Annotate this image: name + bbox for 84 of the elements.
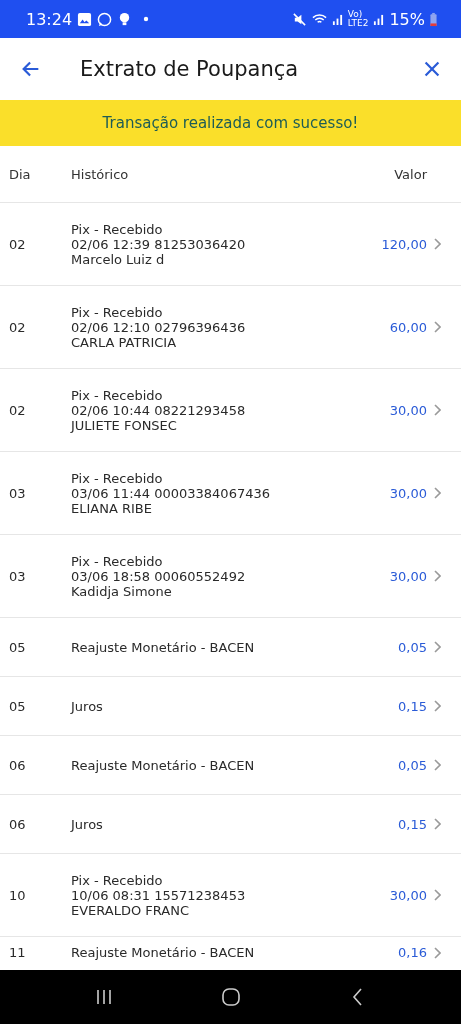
history-line: Pix - Recebido bbox=[71, 387, 164, 403]
battery-percent: 15% bbox=[389, 9, 425, 29]
value-cell: 0,05 bbox=[398, 757, 427, 773]
day-cell-text: 06 bbox=[8, 757, 27, 773]
day-cell-text: 05 bbox=[8, 698, 27, 714]
value-cell: 0,16 bbox=[398, 945, 427, 960]
value-cell: 0,15 bbox=[398, 816, 427, 832]
transaction-row[interactable]: 05 Juros 0,15 bbox=[0, 677, 461, 736]
value-cell: 30,00 bbox=[389, 402, 427, 418]
day-cell-text: 10 bbox=[8, 887, 27, 903]
value-cell: 120,00 bbox=[381, 236, 427, 252]
home-icon[interactable] bbox=[220, 987, 241, 1007]
history-line: Pix - Recebido bbox=[71, 872, 164, 888]
history-line: 02/06 12:39 81253036420 bbox=[71, 236, 247, 252]
value-cell: 30,00 bbox=[389, 887, 427, 903]
history-line: Reajuste Monetário - BACEN bbox=[71, 945, 256, 960]
value-cell: 0,15 bbox=[398, 698, 427, 714]
column-header: Dia bbox=[8, 166, 32, 182]
transaction-row[interactable]: 02 Pix - Recebido 02/06 10:44 08221293458 JULIETE FONSEC 30,00 bbox=[0, 369, 461, 452]
history-line: JULIETE FONSEC bbox=[71, 417, 178, 433]
value-cell: 0,05 bbox=[398, 639, 427, 655]
history-line: EVERALDO FRANC bbox=[71, 902, 190, 918]
day-cell-text: 06 bbox=[8, 816, 27, 832]
transaction-row[interactable]: 06 Reajuste Monetário - BACEN 0,05 bbox=[0, 736, 461, 795]
chevron-icon bbox=[433, 889, 441, 901]
history-line: 03/06 18:58 00060552492 bbox=[71, 568, 247, 584]
value-cell: 30,00 bbox=[389, 568, 427, 584]
transaction-row[interactable]: 02 Pix - Recebido 02/06 12:39 81253036420 Marcelo Luiz d 120,00 bbox=[0, 203, 461, 286]
chevron-icon bbox=[433, 946, 441, 959]
signal-icon bbox=[373, 12, 385, 26]
status-time: 13:24 bbox=[26, 9, 73, 29]
history-line: Marcelo Luiz d bbox=[71, 251, 166, 267]
chevron-icon bbox=[433, 641, 441, 653]
history-line: ELIANA RIBE bbox=[71, 500, 153, 516]
day-cell-text: 02 bbox=[8, 236, 27, 252]
history-line: 02/06 12:10 02796396436 bbox=[71, 319, 247, 335]
history-line: Pix - Recebido bbox=[71, 304, 164, 320]
transaction-row[interactable]: 03 Pix - Recebido 03/06 11:44 00003384067436 ELIANA RIBE 30,00 bbox=[0, 452, 461, 535]
signal-icon bbox=[331, 12, 343, 26]
history-line: 03/06 11:44 00003384067436 bbox=[71, 485, 271, 501]
history-line: CARLA PATRICIA bbox=[71, 334, 178, 350]
day-cell-text: 03 bbox=[8, 485, 27, 501]
chevron-icon bbox=[433, 700, 441, 712]
day-cell-text: 05 bbox=[8, 639, 27, 655]
history-line: Juros bbox=[71, 698, 104, 714]
history-line: Reajuste Monetário - BACEN bbox=[71, 757, 256, 773]
transaction-row[interactable]: 06 Juros 0,15 bbox=[0, 795, 461, 854]
chevron-icon bbox=[433, 818, 441, 830]
transaction-row[interactable]: 03 Pix - Recebido 03/06 18:58 00060552492 Kadidja Simone 30,00 bbox=[0, 535, 461, 618]
history-line: Pix - Recebido bbox=[71, 470, 164, 486]
day-cell-text: 02 bbox=[8, 402, 27, 418]
value-cell: 30,00 bbox=[389, 485, 427, 501]
transaction-row[interactable]: 11 Reajuste Monetário - BACEN 0,16 bbox=[0, 937, 461, 960]
day-cell-text: 03 bbox=[8, 568, 27, 584]
chevron-icon bbox=[433, 759, 441, 771]
chat-icon bbox=[97, 11, 113, 27]
volte-label: Vo) bbox=[347, 10, 363, 19]
chevron-icon bbox=[433, 321, 441, 333]
history-line: 10/06 08:31 15571238453 bbox=[71, 887, 247, 903]
day-cell-text: 11 bbox=[8, 945, 27, 960]
lte-label: LTE2 bbox=[347, 19, 369, 28]
chevron-icon bbox=[433, 570, 441, 582]
image-icon bbox=[77, 11, 93, 27]
transaction-row[interactable]: 10 Pix - Recebido 10/06 08:31 15571238453 EVERALDO FRANC 30,00 bbox=[0, 854, 461, 937]
dot-icon bbox=[143, 16, 150, 22]
history-line: Kadidja Simone bbox=[71, 583, 173, 599]
chevron-icon bbox=[433, 487, 441, 499]
history-line: Reajuste Monetário - BACEN bbox=[71, 639, 256, 655]
banner-text: Transação realizada com sucesso! bbox=[102, 114, 359, 132]
mute-icon bbox=[291, 11, 307, 27]
battery-icon bbox=[430, 11, 437, 27]
history-line: Juros bbox=[71, 816, 104, 832]
history-line: Pix - Recebido bbox=[71, 221, 164, 237]
transaction-row[interactable]: 05 Reajuste Monetário - BACEN 0,05 bbox=[0, 618, 461, 677]
chevron-icon bbox=[433, 238, 441, 250]
history-line: 02/06 10:44 08221293458 bbox=[71, 402, 247, 418]
page-title: Extrato de Poupança bbox=[79, 57, 300, 81]
column-header: Valor bbox=[394, 166, 428, 182]
transaction-row[interactable]: 02 Pix - Recebido 02/06 12:10 02796396436 CARLA PATRICIA 60,00 bbox=[0, 286, 461, 369]
value-cell: 60,00 bbox=[389, 319, 427, 335]
chevron-icon bbox=[433, 404, 441, 416]
history-line: Pix - Recebido bbox=[71, 553, 164, 569]
day-cell-text: 02 bbox=[8, 319, 27, 335]
column-header: Histórico bbox=[71, 166, 130, 182]
